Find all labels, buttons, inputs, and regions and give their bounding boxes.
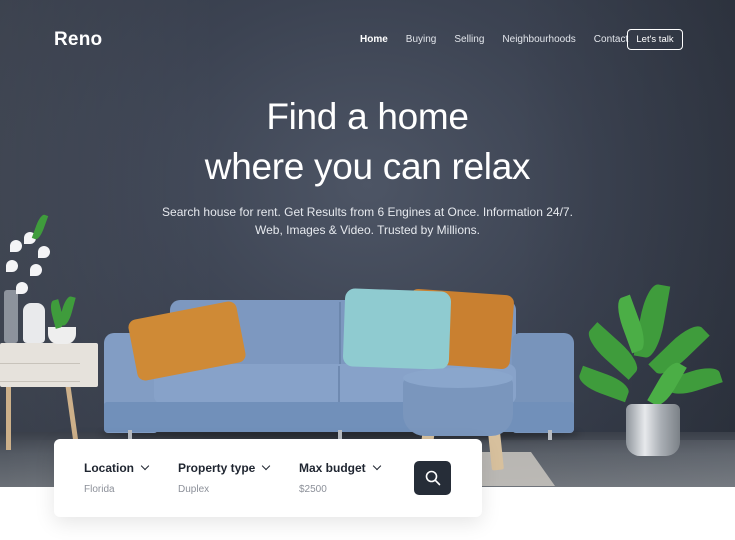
location-dropdown[interactable]: Location [84, 461, 150, 475]
white-flower [16, 282, 28, 294]
max-budget-label: Max budget [299, 461, 366, 475]
nav-contact[interactable]: Contact [594, 34, 628, 45]
chevron-down-icon [262, 461, 271, 471]
max-budget-dropdown[interactable]: Max budget [299, 461, 381, 475]
max-budget-value: $2500 [299, 484, 327, 495]
lets-talk-button[interactable]: Let's talk [627, 29, 683, 50]
search-card: Location Florida Property type Duplex Ma… [54, 439, 482, 517]
max-budget-field[interactable]: Max budget $2500 [299, 461, 381, 495]
nav-home[interactable]: Home [360, 34, 388, 45]
side-table-leg [6, 386, 11, 450]
headline-line-1: Find a home [266, 96, 469, 137]
search-icon [425, 470, 440, 486]
small-pot [48, 327, 76, 344]
subtitle-line-2: Web, Images & Video. Trusted by Millions… [255, 223, 480, 237]
location-label: Location [84, 461, 134, 475]
sofa-seam [339, 302, 341, 372]
property-type-dropdown[interactable]: Property type [178, 461, 271, 475]
property-type-value: Duplex [178, 484, 210, 495]
chevron-down-icon [372, 461, 381, 471]
location-field[interactable]: Location Florida [84, 461, 150, 495]
hero-headline: Find a home where you can relax [0, 92, 735, 192]
white-flower [10, 240, 22, 252]
metal-planter [626, 404, 680, 456]
main-nav: Home Buying Selling Neighbourhoods Conta… [360, 34, 646, 45]
headline-line-2: where you can relax [204, 146, 531, 187]
ottoman-top [403, 368, 513, 388]
sofa-seam [338, 366, 340, 402]
nav-neighbourhoods[interactable]: Neighbourhoods [502, 34, 575, 45]
teal-pillow [342, 288, 452, 370]
brand-logo[interactable]: Reno [54, 29, 102, 51]
subtitle-line-1: Search house for rent. Get Results from … [162, 205, 573, 219]
side-table [0, 343, 98, 387]
table-drawer-line [0, 363, 80, 364]
sofa-leg [548, 430, 552, 440]
chevron-down-icon [140, 461, 150, 471]
white-flower [6, 260, 18, 272]
location-value: Florida [84, 484, 115, 495]
search-button[interactable] [414, 461, 451, 495]
table-drawer-line [0, 381, 80, 382]
hero-section [0, 0, 735, 487]
white-vase [23, 303, 45, 343]
nav-buying[interactable]: Buying [406, 34, 437, 45]
white-flower [30, 264, 42, 276]
glass-vase [4, 290, 18, 343]
property-type-label: Property type [178, 461, 256, 475]
white-flower [38, 246, 50, 258]
hero-subtitle: Search house for rent. Get Results from … [0, 203, 735, 239]
nav-selling[interactable]: Selling [454, 34, 484, 45]
property-type-field[interactable]: Property type Duplex [178, 461, 271, 495]
